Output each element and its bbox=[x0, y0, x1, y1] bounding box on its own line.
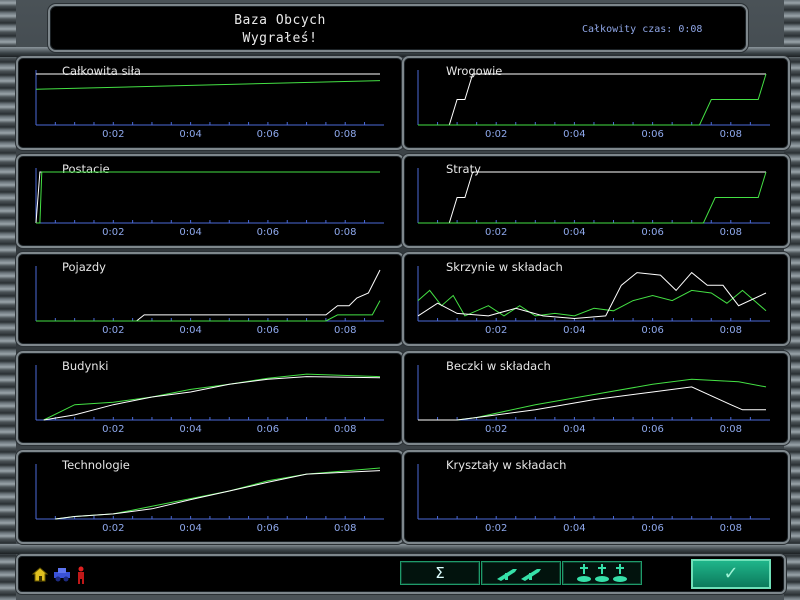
line-chart: 0:02 0:04 0:06 0:08 bbox=[35, 365, 384, 435]
left-rail bbox=[0, 0, 16, 600]
summary-button[interactable]: Σ bbox=[400, 561, 480, 585]
x-tick-label: 0:06 bbox=[257, 325, 279, 336]
x-tick-label: 0:02 bbox=[485, 523, 507, 534]
x-tick-label: 0:06 bbox=[257, 129, 279, 140]
series-line-white bbox=[417, 271, 767, 320]
series-line-white bbox=[35, 171, 380, 224]
line-chart: 0:02 0:04 0:06 0:08 bbox=[35, 70, 384, 140]
line-chart: 0:02 0:04 0:06 0:08 bbox=[35, 168, 384, 238]
chart-panel-5: Skrzynie w składach 0:02 0:04 0:06 0:08 bbox=[402, 252, 790, 346]
x-tick-label: 0:02 bbox=[485, 424, 507, 435]
x-tick-label: 0:08 bbox=[720, 523, 742, 534]
series-line-white bbox=[418, 171, 766, 224]
bottom-bar: Σ ✓ bbox=[16, 554, 786, 594]
line-chart: 0:02 0:04 0:06 0:08 bbox=[417, 266, 770, 336]
line-chart: 0:02 0:04 0:06 0:08 bbox=[35, 266, 384, 336]
ok-button[interactable]: ✓ bbox=[691, 559, 771, 589]
x-tick-label: 0:04 bbox=[563, 227, 585, 238]
x-tick-label: 0:06 bbox=[641, 325, 663, 336]
x-tick-label: 0:08 bbox=[334, 227, 356, 238]
series-line-white bbox=[55, 470, 381, 520]
house-icon bbox=[32, 567, 48, 582]
x-tick-label: 0:02 bbox=[102, 129, 124, 140]
weapons-icon bbox=[497, 569, 541, 581]
series-line-white bbox=[36, 269, 381, 322]
x-tick-label: 0:02 bbox=[102, 424, 124, 435]
soldier-icon bbox=[78, 566, 84, 584]
x-tick-label: 0:06 bbox=[641, 227, 663, 238]
x-tick-label: 0:04 bbox=[179, 325, 201, 336]
x-tick-label: 0:02 bbox=[102, 325, 124, 336]
divider-bar-bottom bbox=[0, 544, 800, 554]
graves-icon bbox=[577, 564, 627, 582]
x-tick-label: 0:02 bbox=[102, 227, 124, 238]
series-line-white bbox=[418, 386, 766, 421]
vehicle-icon bbox=[54, 568, 70, 582]
header-panel: Baza Obcych Wygrałeś! Całkowity czas: 0:… bbox=[48, 4, 748, 52]
chart-panel-7: Beczki w składach 0:02 0:04 0:06 0:08 bbox=[402, 351, 790, 445]
series-line-green bbox=[43, 373, 381, 421]
x-tick-label: 0:06 bbox=[257, 424, 279, 435]
x-tick-label: 0:08 bbox=[720, 424, 742, 435]
x-tick-label: 0:06 bbox=[257, 227, 279, 238]
chart-panel-2: Postacie 0:02 0:04 0:06 0:08 bbox=[16, 154, 404, 248]
series-line-green bbox=[35, 80, 381, 90]
casualties-button[interactable] bbox=[562, 561, 642, 585]
x-tick-label: 0:08 bbox=[334, 424, 356, 435]
line-chart: 0:02 0:04 0:06 0:08 bbox=[35, 464, 384, 534]
checkmark-icon: ✓ bbox=[723, 563, 739, 584]
x-tick-label: 0:06 bbox=[641, 523, 663, 534]
x-tick-label: 0:04 bbox=[179, 227, 201, 238]
weapons-button[interactable] bbox=[481, 561, 561, 585]
x-tick-label: 0:02 bbox=[485, 325, 507, 336]
x-tick-label: 0:08 bbox=[720, 325, 742, 336]
x-tick-label: 0:02 bbox=[485, 227, 507, 238]
x-tick-label: 0:04 bbox=[179, 523, 201, 534]
x-tick-label: 0:02 bbox=[102, 523, 124, 534]
total-time: Całkowity czas: 0:08 bbox=[582, 24, 703, 35]
x-tick-label: 0:04 bbox=[563, 129, 585, 140]
screen-title: Baza Obcych bbox=[234, 13, 326, 28]
x-tick-label: 0:08 bbox=[334, 523, 356, 534]
x-tick-label: 0:04 bbox=[563, 424, 585, 435]
result-title: Wygrałeś! bbox=[242, 31, 318, 46]
sigma-icon: Σ bbox=[435, 564, 445, 582]
chart-panel-1: Wrogowie 0:02 0:04 0:06 0:08 bbox=[402, 56, 790, 150]
line-chart: 0:02 0:04 0:06 0:08 bbox=[417, 464, 770, 534]
x-tick-label: 0:06 bbox=[641, 129, 663, 140]
chart-panel-0: Całkowita siła 0:02 0:04 0:06 0:08 bbox=[16, 56, 404, 150]
line-chart: 0:02 0:04 0:06 0:08 bbox=[417, 168, 770, 238]
series-line-green bbox=[36, 171, 380, 224]
chart-panel-4: Pojazdy 0:02 0:04 0:06 0:08 bbox=[16, 252, 404, 346]
x-tick-label: 0:08 bbox=[720, 129, 742, 140]
x-tick-label: 0:08 bbox=[720, 227, 742, 238]
chart-panel-9: Kryształy w składach 0:02 0:04 0:06 0:08 bbox=[402, 450, 790, 544]
line-chart: 0:02 0:04 0:06 0:08 bbox=[417, 365, 770, 435]
series-line-green bbox=[36, 300, 381, 322]
x-tick-label: 0:08 bbox=[334, 129, 356, 140]
x-tick-label: 0:04 bbox=[179, 424, 201, 435]
chart-panel-6: Budynki 0:02 0:04 0:06 0:08 bbox=[16, 351, 404, 445]
x-tick-label: 0:06 bbox=[257, 523, 279, 534]
x-tick-label: 0:04 bbox=[563, 523, 585, 534]
series-line-green bbox=[417, 289, 767, 317]
series-line-white bbox=[43, 376, 381, 421]
chart-panel-8: Technologie 0:02 0:04 0:06 0:08 bbox=[16, 450, 404, 544]
x-tick-label: 0:08 bbox=[334, 325, 356, 336]
line-chart: 0:02 0:04 0:06 0:08 bbox=[417, 70, 770, 140]
x-tick-label: 0:02 bbox=[485, 129, 507, 140]
x-tick-label: 0:04 bbox=[563, 325, 585, 336]
chart-panel-3: Straty 0:02 0:04 0:06 0:08 bbox=[402, 154, 790, 248]
x-tick-label: 0:04 bbox=[179, 129, 201, 140]
x-tick-label: 0:06 bbox=[641, 424, 663, 435]
